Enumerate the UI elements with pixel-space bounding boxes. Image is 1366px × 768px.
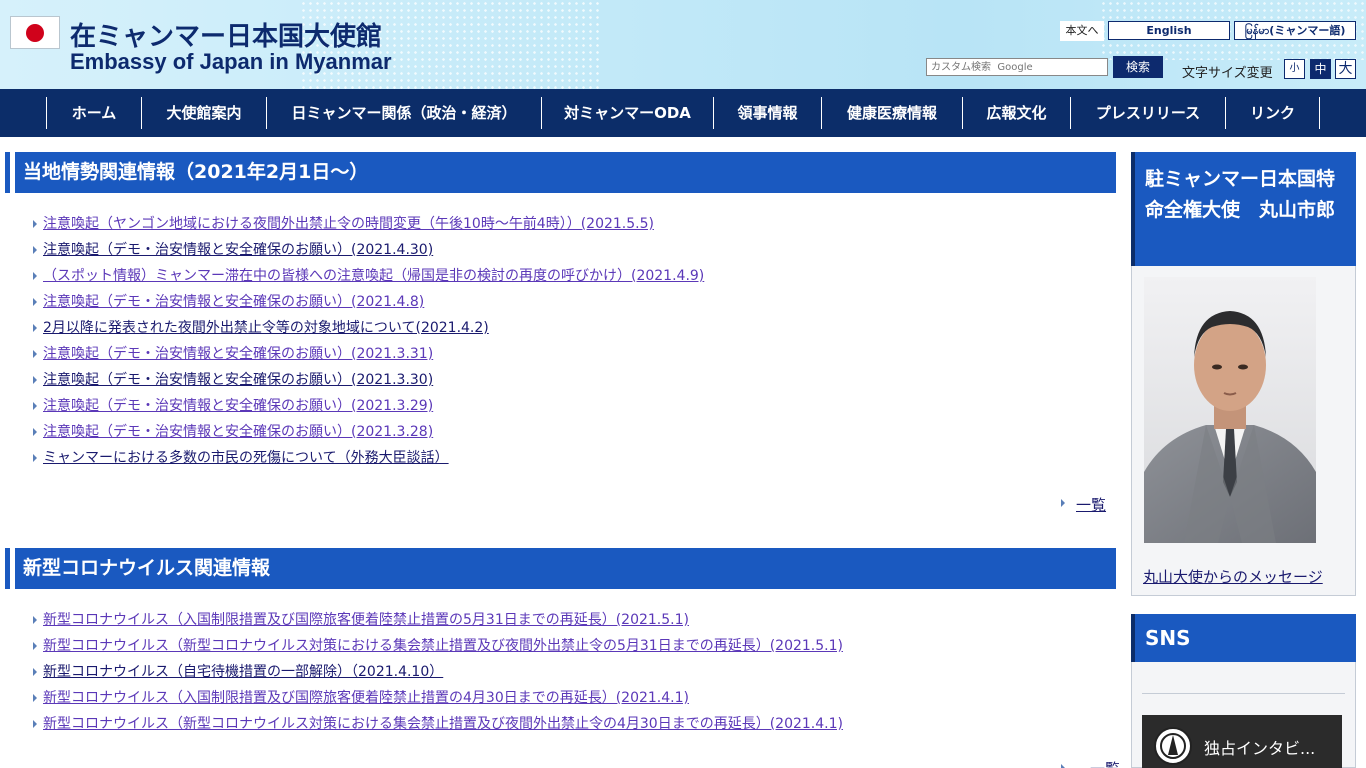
section-title-covid: 新型コロナウイルス関連情報 xyxy=(10,548,1116,589)
list-item: 注意喚起（ヤンゴン地域における夜間外出禁止令の時間変更（午後10時～午前4時））… xyxy=(30,211,1110,237)
skip-to-content-link[interactable]: 本文へ xyxy=(1060,21,1104,41)
lang-english-button[interactable]: English xyxy=(1108,21,1230,40)
list-item: 新型コロナウイルス（入国制限措置及び国際旅客便着陸禁止措置の5月31日までの再延… xyxy=(30,607,1110,633)
list-item: 新型コロナウイルス（自宅待機措置の一部解除）（2021.4.10） xyxy=(30,659,1110,685)
section-title-local: 当地情勢関連情報（2021年2月1日～） xyxy=(10,152,1116,193)
nav-item-health[interactable]: 健康医療情報 xyxy=(821,97,962,129)
news-link[interactable]: 新型コロナウイルス（入国制限措置及び国際旅客便着陸禁止措置の4月30日までの再延… xyxy=(43,690,689,706)
divider xyxy=(1142,693,1345,694)
nav-item-culture[interactable]: 広報文化 xyxy=(962,97,1070,129)
nav-item-press[interactable]: プレスリリース xyxy=(1070,97,1225,129)
news-list-covid: 新型コロナウイルス（入国制限措置及び国際旅客便着陸禁止措置の5月31日までの再延… xyxy=(30,607,1110,737)
ambassador-title: 駐ミャンマー日本国特命全権大使 丸山市郎 xyxy=(1131,152,1356,266)
news-link[interactable]: 注意喚起（デモ・治安情報と安全確保のお願い）(2021.4.30) xyxy=(43,242,433,258)
news-link[interactable]: 新型コロナウイルス（新型コロナウイルス対策における集会禁止措置及び夜間外出禁止令… xyxy=(43,716,843,732)
ambassador-photo[interactable] xyxy=(1144,277,1316,543)
channel-logo-icon xyxy=(1154,727,1192,765)
font-size-large-button[interactable]: 大 xyxy=(1335,59,1356,79)
news-link[interactable]: 注意喚起（デモ・治安情報と安全確保のお願い）(2021.3.29) xyxy=(43,398,433,414)
news-link[interactable]: 注意喚起（デモ・治安情報と安全確保のお願い）(2021.3.31) xyxy=(43,346,433,362)
news-link[interactable]: （スポット情報）ミャンマー滞在中の皆様への注意喚起（帰国是非の検討の再度の呼びか… xyxy=(43,268,704,284)
ambassador-portrait-image xyxy=(1144,277,1316,543)
search-button[interactable]: 検索 xyxy=(1113,56,1163,78)
nav-item-oda[interactable]: 対ミャンマーODA xyxy=(541,97,713,129)
list-item: 新型コロナウイルス（新型コロナウイルス対策における集会禁止措置及び夜間外出禁止令… xyxy=(30,633,1110,659)
news-link[interactable]: 2月以降に発表された夜間外出禁止令等の対象地域について(2021.4.2) xyxy=(43,320,489,336)
main-nav: ホーム 大使館案内 日ミャンマー関係（政治・経済） 対ミャンマーODA 領事情報… xyxy=(0,89,1366,137)
font-size-label: 文字サイズ変更 xyxy=(1182,66,1273,81)
news-link[interactable]: 注意喚起（デモ・治安情報と安全確保のお願い）(2021.4.8) xyxy=(43,294,424,310)
font-size-small-button[interactable]: 小 xyxy=(1284,59,1305,79)
nav-item-embassy[interactable]: 大使館案内 xyxy=(141,97,266,129)
nav-item-consular[interactable]: 領事情報 xyxy=(713,97,821,129)
list-item: 注意喚起（デモ・治安情報と安全確保のお願い）(2021.4.30) xyxy=(30,237,1110,263)
japan-flag-icon xyxy=(10,16,60,49)
news-link[interactable]: 新型コロナウイルス（入国制限措置及び国際旅客便着陸禁止措置の5月31日までの再延… xyxy=(43,612,689,628)
news-link[interactable]: 新型コロナウイルス（新型コロナウイルス対策における集会禁止措置及び夜間外出禁止令… xyxy=(43,638,843,654)
news-link[interactable]: 注意喚起（ヤンゴン地域における夜間外出禁止令の時間変更（午後10時～午前4時））… xyxy=(43,216,654,232)
ambassador-message-link[interactable]: 丸山大使からのメッセージ xyxy=(1143,566,1323,587)
chevron-right-icon xyxy=(1061,499,1065,507)
site-title-en[interactable]: Embassy of Japan in Myanmar xyxy=(70,49,392,75)
news-link[interactable]: 注意喚起（デモ・治安情報と安全確保のお願い）(2021.3.30) xyxy=(43,372,433,388)
chevron-right-icon xyxy=(1061,764,1065,768)
site-header: 在ミャンマー日本国大使館 Embassy of Japan in Myanmar… xyxy=(0,0,1366,89)
site-title-ja[interactable]: 在ミャンマー日本国大使館 xyxy=(70,16,382,53)
nav-item-links[interactable]: リンク xyxy=(1225,97,1320,129)
list-item: 注意喚起（デモ・治安情報と安全確保のお願い）(2021.3.31) xyxy=(30,341,1110,367)
list-item: 注意喚起（デモ・治安情報と安全確保のお願い）(2021.3.30) xyxy=(30,367,1110,393)
more-link-covid[interactable]: 一覧 xyxy=(1090,758,1120,768)
list-item: 2月以降に発表された夜間外出禁止令等の対象地域について(2021.4.2) xyxy=(30,315,1110,341)
video-thumbnail[interactable]: 独占インタビ... xyxy=(1142,715,1342,768)
list-item: 新型コロナウイルス（入国制限措置及び国際旅客便着陸禁止措置の4月30日までの再延… xyxy=(30,685,1110,711)
nav-item-relations[interactable]: 日ミャンマー関係（政治・経済） xyxy=(266,97,541,129)
more-link-local[interactable]: 一覧 xyxy=(1076,494,1106,515)
news-list-local: 注意喚起（ヤンゴン地域における夜間外出禁止令の時間変更（午後10時～午前4時））… xyxy=(30,211,1110,471)
list-item: 注意喚起（デモ・治安情報と安全確保のお願い）(2021.3.29) xyxy=(30,393,1110,419)
video-title: 独占インタビ... xyxy=(1204,739,1316,758)
lang-myanmar-button[interactable]: မြန်မာ(ミャンマー語) xyxy=(1234,21,1356,40)
list-item: （スポット情報）ミャンマー滞在中の皆様への注意喚起（帰国是非の検討の再度の呼びか… xyxy=(30,263,1110,289)
font-size-medium-button[interactable]: 中 xyxy=(1310,59,1331,79)
list-item: ミャンマーにおける多数の市民の死傷について（外務大臣談話） xyxy=(30,445,1110,471)
sns-title: SNS xyxy=(1131,614,1356,662)
news-link[interactable]: ミャンマーにおける多数の市民の死傷について（外務大臣談話） xyxy=(43,450,449,466)
news-link[interactable]: 新型コロナウイルス（自宅待機措置の一部解除）（2021.4.10） xyxy=(43,664,443,680)
list-item: 注意喚起（デモ・治安情報と安全確保のお願い）(2021.3.28) xyxy=(30,419,1110,445)
search-input[interactable] xyxy=(926,58,1108,76)
list-item: 新型コロナウイルス（新型コロナウイルス対策における集会禁止措置及び夜間外出禁止令… xyxy=(30,711,1110,737)
news-link[interactable]: 注意喚起（デモ・治安情報と安全確保のお願い）(2021.3.28) xyxy=(43,424,433,440)
nav-item-home[interactable]: ホーム xyxy=(46,97,141,129)
list-item: 注意喚起（デモ・治安情報と安全確保のお願い）(2021.4.8) xyxy=(30,289,1110,315)
